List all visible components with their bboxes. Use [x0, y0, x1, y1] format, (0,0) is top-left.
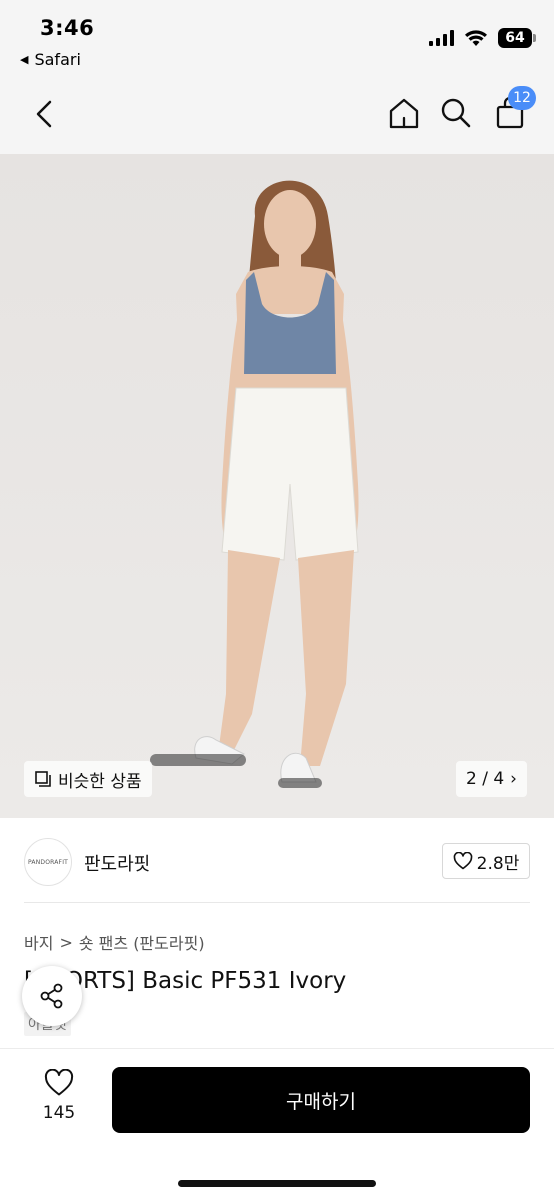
breadcrumb-separator: > [59, 932, 73, 952]
status-icons: 64 [429, 28, 536, 48]
back-app-label: Safari [34, 50, 81, 69]
wifi-icon [465, 30, 487, 46]
search-icon [441, 98, 471, 128]
brand-like-button[interactable]: 2.8만 [442, 843, 530, 879]
search-button[interactable] [436, 92, 476, 134]
section-divider [24, 902, 530, 903]
cellular-signal-icon [429, 30, 454, 46]
brand-logo[interactable]: PANDORAFIT [24, 838, 72, 886]
brand-name[interactable]: 판도라핏 [84, 850, 150, 876]
similar-products-button[interactable]: 비슷한 상품 [24, 761, 152, 797]
chevron-right-icon: › [510, 769, 517, 789]
heart-outline-icon [44, 1068, 74, 1096]
similar-items-icon [35, 771, 51, 787]
bottom-action-bar: 145 구매하기 [0, 1048, 554, 1200]
breadcrumb: 바지 > 숏 팬츠 (판도라핏) [24, 930, 205, 954]
wishlist-button[interactable]: 145 [30, 1068, 88, 1123]
similar-products-label: 비슷한 상품 [58, 771, 142, 792]
home-indicator [178, 1180, 376, 1187]
back-triangle-icon: ◀ [20, 53, 29, 66]
brand-row: PANDORAFIT 판도라핏 2.8만 [0, 818, 554, 904]
product-photo [0, 154, 554, 818]
image-page-indicator[interactable]: 2 / 4 › [456, 761, 527, 797]
photo-face [264, 190, 316, 258]
chevron-left-icon [36, 100, 52, 128]
share-icon [40, 983, 63, 1009]
buy-button[interactable]: 구매하기 [112, 1067, 530, 1133]
cart-button[interactable]: 12 [490, 86, 536, 134]
battery-icon: 64 [498, 28, 536, 48]
breadcrumb-category[interactable]: 바지 [24, 930, 53, 954]
status-bar: 3:46 ◀ Safari 64 [0, 0, 554, 76]
back-to-app-link[interactable]: ◀ Safari [20, 50, 81, 69]
home-button[interactable] [384, 92, 424, 134]
share-button[interactable] [22, 966, 82, 1026]
wishlist-count: 145 [42, 1103, 76, 1123]
back-button[interactable] [26, 94, 62, 134]
product-image-carousel[interactable]: 비슷한 상품 2 / 4 › [0, 154, 554, 818]
brand-like-count: 2.8만 [476, 853, 520, 874]
home-icon [389, 98, 419, 129]
heart-outline-icon [453, 852, 472, 870]
image-page-label: 2 / 4 [466, 769, 505, 789]
top-nav-bar: 12 [0, 76, 554, 154]
cart-count-badge: 12 [508, 86, 536, 110]
breadcrumb-subcategory[interactable]: 숏 팬츠 (판도라핏) [79, 930, 205, 954]
status-time: 3:46 [40, 16, 95, 40]
